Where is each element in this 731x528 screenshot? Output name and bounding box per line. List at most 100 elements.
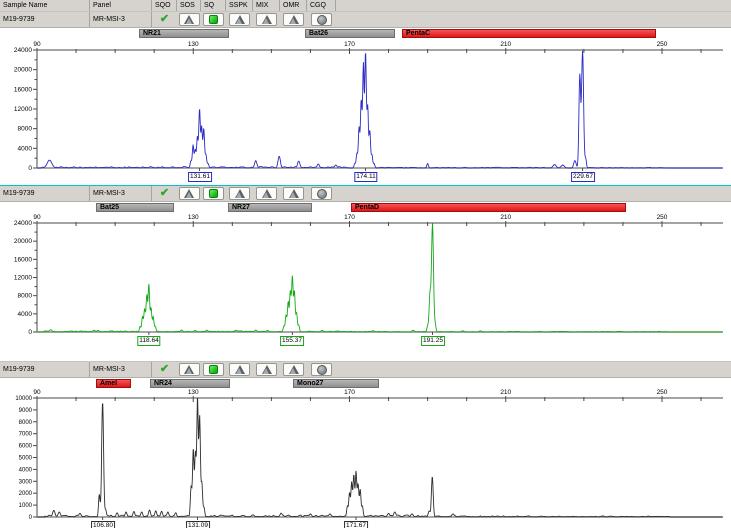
y-axis: 0 4000 8000 12000 16000 20000 24000	[14, 220, 38, 336]
svg-text:210: 210	[500, 389, 511, 396]
column-header-panel: Panel	[90, 0, 152, 11]
svg-text:90: 90	[33, 389, 41, 396]
flag-cgq-circle-icon	[316, 364, 327, 375]
fragment-analysis-window: Sample Name Panel SQO SOS SQ SSPK MIX OMR CGQ …	[0, 0, 731, 528]
electropherogram-panel-2[interactable]: M19-9739 MR-MSI-3 ✔ Bat25 NR27 PentaD 90 130 170…	[0, 185, 731, 362]
flag-omr-triangle-icon	[288, 15, 299, 24]
column-header-sqo: SQO	[152, 0, 177, 11]
flag-sqo-check-icon: ✔	[159, 187, 170, 199]
plot-area[interactable]: Bat25 NR27 PentaD 90 130 170 210 250 0 4000 8000 12…	[0, 202, 731, 361]
trace-path	[37, 223, 723, 333]
y-axis: 0 4000 8000 12000 16000 20000 24000	[14, 47, 38, 172]
flag-sq-green-square-icon	[209, 189, 218, 198]
svg-text:170: 170	[344, 214, 355, 221]
electropherogram-panel-3[interactable]: M19-9739 MR-MSI-3 ✔ Amel NR24 Mono27 90 130 170 2…	[0, 361, 731, 528]
peak-size-label: 174.11	[354, 172, 378, 182]
flag-omr-triangle-icon	[288, 365, 299, 374]
sample-name-cell: M19-9739	[0, 186, 90, 201]
svg-text:7000: 7000	[19, 432, 33, 438]
svg-text:8000: 8000	[18, 293, 33, 300]
flag-mix-box	[256, 363, 277, 376]
flag-sq-box	[203, 363, 224, 376]
electropherogram-svg[interactable]: 90 130 170 210 250 0 1000 2000 3000 4000 5000 6000 7…	[0, 378, 731, 528]
svg-text:4000: 4000	[18, 311, 33, 318]
plot-area[interactable]: NR21 Bat26 PentaC 90 130 170 210 250 0 4000 8000 12…	[0, 28, 731, 185]
sample-name-cell: M19-9739	[0, 362, 90, 377]
peak-size-label: 191.25	[421, 336, 445, 346]
flag-mix-triangle-icon	[261, 15, 272, 24]
flag-sq-box	[203, 187, 224, 200]
flag-sos-box	[178, 13, 200, 26]
svg-text:210: 210	[500, 41, 511, 48]
svg-text:20000: 20000	[14, 238, 32, 245]
svg-text:4000: 4000	[19, 467, 33, 473]
peak-size-label: 118.64	[137, 336, 161, 346]
svg-text:0: 0	[29, 515, 33, 521]
flag-cgq-box	[311, 187, 332, 200]
column-header-sspk: SSPK	[226, 0, 253, 11]
svg-text:1000: 1000	[19, 503, 33, 509]
svg-text:16000: 16000	[14, 86, 32, 93]
panel-name-cell: MR-MSI-3	[90, 186, 152, 201]
svg-text:170: 170	[344, 41, 355, 48]
flag-sspk-triangle-icon	[234, 15, 245, 24]
flag-sqo-check-icon: ✔	[159, 13, 170, 25]
svg-text:90: 90	[33, 41, 41, 48]
panel-name-cell: MR-MSI-3	[90, 12, 152, 27]
svg-text:10000: 10000	[15, 396, 32, 402]
svg-text:130: 130	[188, 389, 199, 396]
flag-sspk-box	[229, 363, 250, 376]
flag-cgq-box	[311, 363, 332, 376]
sample-row[interactable]: M19-9739 MR-MSI-3 ✔	[0, 186, 731, 202]
flag-sspk-box	[229, 187, 250, 200]
flag-sspk-box	[229, 13, 250, 26]
column-header-cgq: CGQ	[307, 0, 336, 11]
svg-text:5000: 5000	[19, 456, 33, 462]
column-header-sq: SQ	[201, 0, 226, 11]
peak-size-label: 229.67	[571, 172, 595, 182]
svg-text:210: 210	[500, 214, 511, 221]
svg-text:0: 0	[28, 329, 32, 336]
sample-row[interactable]: M19-9739 MR-MSI-3 ✔	[0, 362, 731, 378]
svg-text:130: 130	[188, 41, 199, 48]
flag-sos-box	[178, 187, 200, 200]
peak-size-label: 106.80	[91, 521, 115, 528]
svg-text:2000: 2000	[19, 491, 33, 497]
x-axis: 90 130 170 210 250	[33, 214, 723, 227]
electropherogram-panel-1[interactable]: M19-9739 MR-MSI-3 ✔ NR21 Bat26 PentaC 90 130 170…	[0, 11, 731, 186]
plot-area[interactable]: Amel NR24 Mono27 90 130 170 210 250 0 1000 2000 300…	[0, 378, 731, 528]
svg-text:250: 250	[657, 214, 668, 221]
svg-text:90: 90	[33, 214, 41, 221]
svg-text:170: 170	[344, 389, 355, 396]
electropherogram-svg[interactable]: 90 130 170 210 250 0 4000 8000 12000 16000 20000 24…	[0, 202, 731, 361]
peak-size-label: 131.09	[186, 521, 210, 528]
column-header-sample-name: Sample Name	[0, 0, 90, 11]
samples-table-header: Sample Name Panel SQO SOS SQ SSPK MIX OMR CGQ	[0, 0, 731, 12]
trace-path	[37, 397, 723, 518]
flag-cgq-circle-icon	[316, 14, 327, 25]
flag-mix-box	[256, 13, 277, 26]
trace-path	[37, 50, 723, 169]
svg-text:12000: 12000	[14, 106, 32, 113]
column-header-mix: MIX	[253, 0, 280, 11]
flag-omr-box	[283, 187, 304, 200]
sample-row[interactable]: M19-9739 MR-MSI-3 ✔	[0, 12, 731, 28]
flag-mix-triangle-icon	[261, 365, 272, 374]
y-axis: 0 1000 2000 3000 4000 5000 6000 7000 8000 9000 100…	[15, 396, 38, 521]
svg-text:24000: 24000	[14, 47, 32, 54]
electropherogram-svg[interactable]: 90 130 170 210 250 0 4000 8000 12000 16000 20000 24…	[0, 28, 731, 185]
peak-size-label: 155.37	[280, 336, 304, 346]
flag-sos-triangle-icon	[184, 365, 194, 374]
flag-cgq-box	[311, 13, 332, 26]
flag-sspk-triangle-icon	[234, 189, 245, 198]
flag-sos-triangle-icon	[184, 189, 194, 198]
flag-sspk-triangle-icon	[234, 365, 245, 374]
svg-text:16000: 16000	[14, 256, 32, 263]
svg-text:20000: 20000	[14, 67, 32, 74]
peak-size-label: 171.67	[344, 521, 368, 528]
flag-cgq-circle-icon	[316, 188, 327, 199]
svg-text:250: 250	[657, 41, 668, 48]
x-axis: 90 130 170 210 250	[33, 41, 723, 54]
column-header-sos: SOS	[177, 0, 201, 11]
svg-text:8000: 8000	[19, 420, 33, 426]
